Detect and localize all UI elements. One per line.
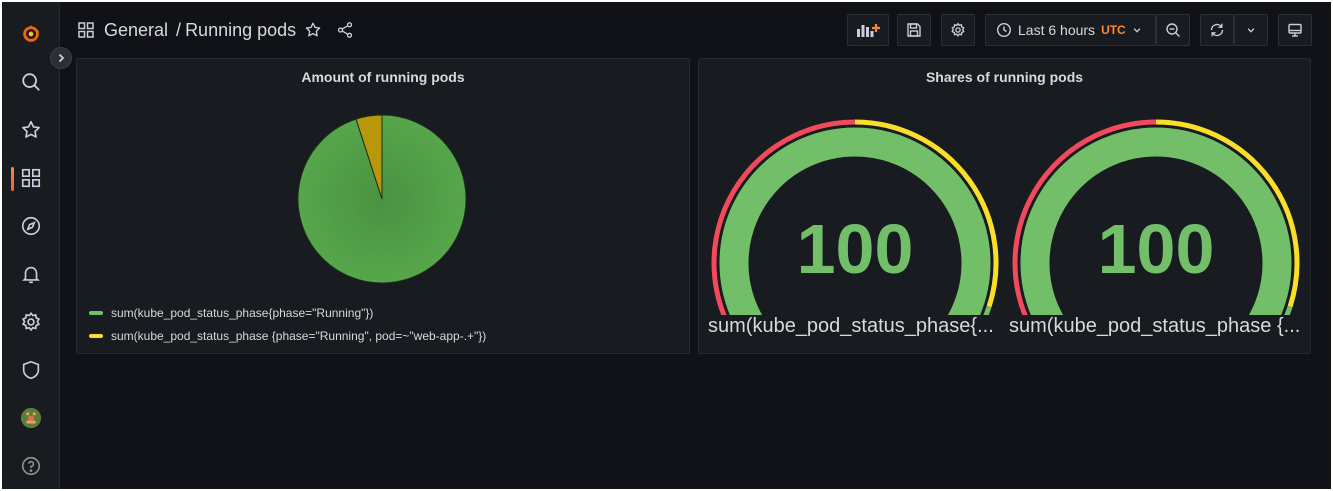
grafana-window: General / Running pods Last 6 hours UTC	[2, 2, 1331, 489]
breadcrumb-separator: /	[176, 19, 182, 40]
alerting-icon[interactable]	[19, 262, 43, 286]
legend-item[interactable]: sum(kube_pod_status_phase {phase="Runnin…	[89, 329, 486, 343]
gauge-value: 100	[797, 210, 914, 288]
pie-chart-panel[interactable]: Amount of running pods sum(kube_pod_stat…	[76, 58, 690, 354]
pie-chart[interactable]	[292, 109, 472, 289]
zoom-out-button[interactable]	[1156, 14, 1190, 46]
search-icon[interactable]	[19, 70, 43, 94]
grafana-logo-icon	[23, 24, 40, 42]
tv-mode-button[interactable]	[1278, 14, 1312, 46]
panel-title[interactable]: Shares of running pods	[699, 69, 1310, 85]
legend-label: sum(kube_pod_status_phase {phase="Runnin…	[111, 329, 487, 343]
chevron-down-icon	[1247, 28, 1255, 33]
avatar[interactable]	[19, 406, 43, 430]
star-icon[interactable]	[304, 21, 322, 39]
tv-icon	[1288, 23, 1302, 37]
gauge: 100	[1012, 119, 1300, 315]
legend-swatch	[89, 334, 103, 338]
save-dashboard-button[interactable]	[897, 14, 931, 46]
dashboard-settings-button[interactable]	[941, 14, 975, 46]
panel-title[interactable]: Amount of running pods	[77, 69, 689, 85]
timezone-label: UTC	[1101, 23, 1126, 37]
refresh-icon	[1210, 23, 1224, 37]
gauge-panel[interactable]: Shares of running pods 100 100 sum(kube_…	[698, 58, 1311, 354]
shield-icon[interactable]	[19, 358, 43, 382]
breadcrumb-folder[interactable]: General	[104, 20, 168, 41]
legend-swatch	[89, 311, 103, 315]
time-range-label: Last 6 hours	[1018, 22, 1096, 38]
breadcrumb: General / Running pods	[78, 19, 354, 41]
grafana-logo[interactable]	[19, 22, 43, 46]
sidebar	[2, 2, 60, 489]
zoom-out-icon	[1166, 23, 1180, 37]
help-icon[interactable]	[19, 454, 43, 478]
sidebar-expand-button[interactable]	[50, 47, 72, 69]
dashboards-grid-icon	[78, 22, 94, 38]
time-range-picker[interactable]: Last 6 hours UTC	[985, 14, 1156, 46]
dashboard-title[interactable]: Running pods	[185, 20, 296, 41]
configuration-icon[interactable]	[19, 310, 43, 334]
chevron-right-icon	[58, 53, 65, 63]
clock-icon	[996, 22, 1012, 38]
top-bar: General / Running pods Last 6 hours UTC	[60, 2, 1331, 58]
legend-item[interactable]: sum(kube_pod_status_phase{phase="Running…	[89, 306, 373, 320]
explore-icon[interactable]	[19, 214, 43, 238]
add-panel-button[interactable]	[847, 14, 889, 46]
refresh-interval-dropdown[interactable]	[1234, 14, 1268, 46]
gauge-value: 100	[1098, 210, 1215, 288]
legend-label: sum(kube_pod_status_phase{phase="Running…	[111, 306, 374, 320]
chevron-down-icon	[1133, 28, 1141, 33]
save-icon	[907, 23, 921, 37]
active-indicator	[11, 167, 14, 191]
dashboards-icon[interactable]	[19, 166, 43, 190]
gauge: 100	[711, 119, 999, 315]
share-icon[interactable]	[336, 21, 354, 39]
gauge-label: sum(kube_pod_status_phase {...	[1009, 315, 1301, 337]
add-panel-icon	[857, 24, 880, 37]
starred-icon[interactable]	[19, 118, 43, 142]
settings-icon	[951, 22, 965, 37]
gauge-label: sum(kube_pod_status_phase{...	[708, 315, 994, 337]
refresh-button[interactable]	[1200, 14, 1234, 46]
